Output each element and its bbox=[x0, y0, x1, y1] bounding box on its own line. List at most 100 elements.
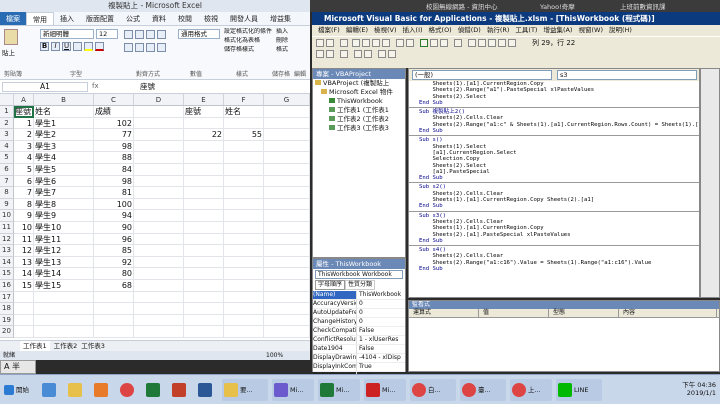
menu-addins[interactable]: 增益集(A) bbox=[543, 25, 572, 36]
border-icon[interactable] bbox=[73, 42, 82, 51]
clock-date[interactable]: 2019/1/1 bbox=[672, 389, 716, 397]
cell[interactable]: 學生10 bbox=[34, 222, 94, 234]
cell[interactable] bbox=[264, 245, 310, 257]
cell[interactable]: 成績 bbox=[94, 106, 134, 118]
row-header[interactable]: 20 bbox=[0, 326, 14, 338]
cell[interactable]: 學生1 bbox=[34, 117, 94, 130]
props-tab-categorized[interactable]: 性質分類 bbox=[345, 280, 376, 290]
cell[interactable] bbox=[94, 303, 134, 315]
cell[interactable] bbox=[264, 314, 310, 327]
delete-cells-button[interactable]: 刪除 bbox=[276, 37, 288, 45]
column-header[interactable]: B bbox=[34, 94, 94, 106]
cell[interactable] bbox=[14, 314, 34, 327]
cell[interactable]: 100 bbox=[94, 198, 134, 211]
cell[interactable] bbox=[264, 233, 310, 246]
align-top-icon[interactable] bbox=[124, 30, 133, 39]
cell[interactable]: 10 bbox=[14, 222, 34, 234]
code-vertical-scrollbar[interactable] bbox=[700, 68, 720, 298]
cell[interactable]: 8 bbox=[14, 198, 34, 211]
cell[interactable]: 92 bbox=[94, 256, 134, 269]
row-header[interactable]: 16 bbox=[0, 280, 14, 292]
cell[interactable] bbox=[134, 245, 184, 257]
tab-file[interactable]: 檔案 bbox=[0, 12, 26, 25]
cell[interactable]: 學生3 bbox=[34, 140, 94, 153]
code-line[interactable]: End Sub bbox=[409, 203, 699, 209]
align-bottom-icon[interactable] bbox=[146, 30, 155, 39]
row-header[interactable]: 4 bbox=[0, 140, 14, 153]
column-header[interactable]: D bbox=[134, 94, 184, 106]
cell-styles-button[interactable]: 儲存格樣式 bbox=[224, 46, 254, 54]
paste-button-label[interactable]: 貼上 bbox=[2, 47, 15, 57]
object-combo[interactable]: (一般) bbox=[412, 70, 552, 80]
code-window[interactable]: (一般) s3 Sheets(1).[a1].CurrentRegion.Cop… bbox=[408, 68, 700, 298]
column-header[interactable]: C bbox=[94, 94, 134, 106]
help-icon[interactable] bbox=[508, 39, 516, 47]
fill-color-icon[interactable] bbox=[84, 42, 93, 51]
cell[interactable]: 98 bbox=[94, 140, 134, 153]
properties-object-select[interactable]: ThisWorkbook Workbook bbox=[315, 270, 403, 279]
outdent-icon[interactable] bbox=[326, 50, 334, 58]
tab-review[interactable]: 校閱 bbox=[172, 12, 198, 25]
cell[interactable]: 3 bbox=[14, 140, 34, 153]
row-header[interactable]: 18 bbox=[0, 303, 14, 315]
property-row[interactable]: ConflictResolut 1 - xlUserRes bbox=[313, 336, 405, 345]
tree-sheet2[interactable]: 工作表2 (工作表2 bbox=[313, 115, 405, 124]
run-icon[interactable] bbox=[420, 39, 428, 47]
cell[interactable]: 學生12 bbox=[34, 245, 94, 257]
tab-formulas[interactable]: 公式 bbox=[120, 12, 146, 25]
cell[interactable]: 85 bbox=[94, 245, 134, 257]
cell[interactable]: 68 bbox=[94, 280, 134, 292]
cell[interactable] bbox=[264, 175, 310, 188]
cell[interactable] bbox=[264, 140, 310, 153]
cell[interactable] bbox=[184, 280, 224, 292]
undo-icon[interactable] bbox=[396, 39, 404, 47]
row-header[interactable]: 1 bbox=[0, 106, 14, 118]
taskbar-item-6[interactable]: 臺... bbox=[460, 379, 506, 401]
tab-insert[interactable]: 插入 bbox=[54, 12, 80, 25]
cut-icon[interactable] bbox=[352, 39, 360, 47]
cell[interactable] bbox=[224, 140, 264, 153]
tab-view[interactable]: 檢視 bbox=[198, 12, 224, 25]
menu-debug[interactable]: 偵錯(D) bbox=[458, 25, 481, 36]
toggle-breakpoint-icon[interactable] bbox=[340, 50, 348, 58]
watch-col-context[interactable]: 內容 bbox=[619, 309, 717, 317]
cell[interactable]: 6 bbox=[14, 175, 34, 188]
property-row[interactable]: (Name) ThisWorkbook bbox=[313, 291, 405, 300]
taskbar-app[interactable] bbox=[92, 379, 114, 401]
cell[interactable] bbox=[184, 314, 224, 327]
cell[interactable] bbox=[134, 303, 184, 315]
property-row[interactable]: AutoUpdateFre 0 bbox=[313, 309, 405, 318]
cell[interactable] bbox=[184, 268, 224, 280]
cell[interactable] bbox=[184, 210, 224, 222]
row-header[interactable]: 15 bbox=[0, 268, 14, 280]
tab-page-layout[interactable]: 版面配置 bbox=[80, 12, 120, 25]
cell[interactable] bbox=[184, 245, 224, 257]
insert-cells-button[interactable]: 插入 bbox=[276, 28, 288, 36]
save-icon[interactable] bbox=[340, 39, 348, 47]
clock-time[interactable]: 下午 04:36 bbox=[672, 379, 716, 389]
cell[interactable] bbox=[184, 326, 224, 338]
cell[interactable] bbox=[224, 256, 264, 269]
paste-icon-vba[interactable] bbox=[372, 39, 380, 47]
code-line[interactable]: End Sub bbox=[409, 100, 699, 106]
cell[interactable] bbox=[134, 152, 184, 164]
align-center-icon[interactable] bbox=[135, 43, 144, 52]
watch-col-type[interactable]: 型態 bbox=[549, 309, 619, 317]
cell[interactable]: 學生13 bbox=[34, 256, 94, 269]
cell[interactable] bbox=[224, 222, 264, 234]
row-header[interactable]: 12 bbox=[0, 233, 14, 246]
cell[interactable]: 2 bbox=[14, 129, 34, 141]
cell[interactable] bbox=[94, 314, 134, 327]
ime-indicator[interactable]: A 半 bbox=[0, 360, 36, 374]
taskbar-app[interactable] bbox=[118, 379, 140, 401]
code-editor[interactable]: Sheets(1).[a1].CurrentRegion.Copy Sheets… bbox=[409, 81, 699, 272]
cell[interactable]: 13 bbox=[14, 256, 34, 269]
cell[interactable] bbox=[94, 326, 134, 338]
property-value[interactable]: True bbox=[357, 363, 372, 371]
menu-window[interactable]: 視窗(W) bbox=[578, 25, 603, 36]
column-header[interactable]: E bbox=[184, 94, 224, 106]
italic-icon[interactable]: I bbox=[51, 42, 60, 51]
taskbar-item-5[interactable]: 白... bbox=[410, 379, 456, 401]
properties-list[interactable]: (Name) ThisWorkbook AccuracyVersio 0 AutoUpd… bbox=[313, 291, 405, 381]
tab-developer[interactable]: 開發人員 bbox=[224, 12, 264, 25]
